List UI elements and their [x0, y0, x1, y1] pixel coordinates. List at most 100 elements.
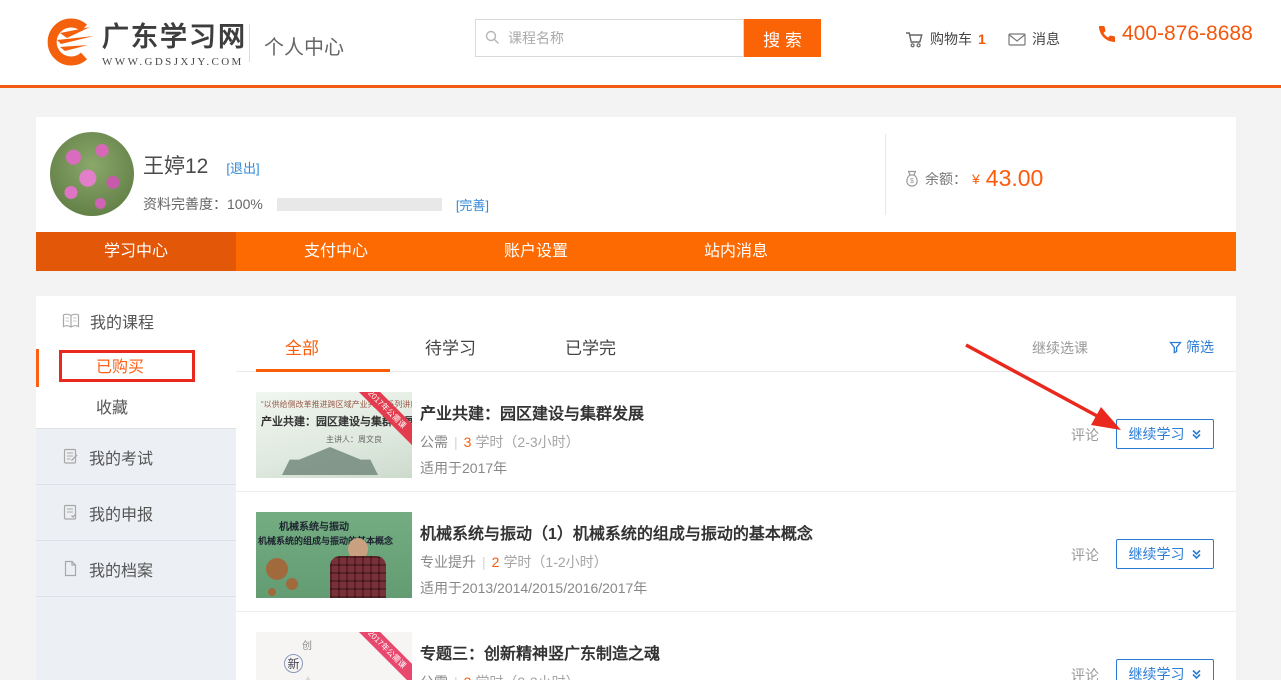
logo-icon [40, 17, 96, 67]
nav-tab-site-messages[interactable]: 站内消息 [636, 232, 836, 271]
funnel-icon [1169, 341, 1182, 354]
cart-label: 购物车 [930, 29, 972, 49]
envelope-icon [1008, 33, 1026, 46]
cart-count-badge: 1 [978, 31, 986, 47]
course-list: “以供给侧改革推进跨区域产业共建”系列讲座六 产业共建：园区建设与集群发展 主讲… [236, 372, 1236, 680]
cart-icon [905, 31, 924, 48]
service-phone: 400-876-8688 [1096, 22, 1253, 46]
nav-tab-payment-center[interactable]: 支付中心 [236, 232, 436, 271]
continue-select-link[interactable]: 继续选课 [1032, 338, 1088, 358]
continue-learning-button[interactable]: 继续学习 [1116, 419, 1214, 449]
logout-link[interactable]: [退出] [226, 158, 259, 177]
messages-label: 消息 [1032, 29, 1060, 49]
search-bar: 搜 索 [475, 19, 821, 57]
course-thumbnail[interactable]: 创 新 精 广东制造之魂 2017年公需课 [256, 632, 412, 680]
messages-link[interactable]: 消息 [1008, 29, 1060, 49]
tab-all[interactable]: 全部 [285, 334, 319, 359]
course-category: 公需 [420, 674, 448, 680]
continue-learning-button[interactable]: 继续学习 [1116, 539, 1214, 569]
course-row: 创 新 精 广东制造之魂 2017年公需课 专题三：创新精神竖广东制造之魂 公需… [236, 612, 1236, 680]
course-hours: 2 [492, 554, 500, 570]
course-meta: 专业提升|2学时（1-2小时） [420, 552, 608, 572]
balance-label: 余额： [925, 169, 967, 189]
book-icon [62, 313, 80, 329]
avatar[interactable] [50, 132, 134, 216]
logo-title: 广东学习网 [102, 15, 247, 54]
primary-nav: 学习中心 支付中心 账户设置 站内消息 [36, 232, 1236, 271]
course-category: 公需 [420, 434, 448, 450]
decorative-circle [268, 588, 276, 596]
cart-link[interactable]: 购物车 1 [905, 29, 986, 49]
nav-tab-account-settings[interactable]: 账户设置 [436, 232, 636, 271]
course-applicable-years: 适用于2013/2014/2015/2016/2017年 [420, 578, 647, 598]
balance-currency: ¥ [972, 171, 980, 187]
sidebar-item-label: 我的课程 [90, 309, 154, 333]
header-divider [249, 24, 250, 62]
list-check-icon [62, 504, 79, 521]
course-title[interactable]: 专题三：创新精神竖广东制造之魂 [420, 640, 660, 664]
course-applicable-years: 适用于2017年 [420, 458, 507, 478]
sidebar-item-my-archives[interactable]: 我的档案 [36, 540, 236, 596]
main-card: 我的课程 已购买 收藏 我的考试 我的申报 我的档案 [36, 296, 1236, 680]
tab-to-learn[interactable]: 待学习 [425, 334, 476, 359]
sidebar-item-label: 我的档案 [89, 557, 153, 581]
sidebar-item-my-exams[interactable]: 我的考试 [36, 428, 236, 484]
decorative-circle [266, 558, 288, 580]
course-thumbnail[interactable]: 机械系统与振动 机械系统的组成与振动的基本概念 [256, 512, 412, 598]
balance: $ 余额： ¥ 43.00 [904, 165, 1043, 192]
svg-text:$: $ [910, 178, 914, 185]
user-card-divider [885, 134, 886, 215]
file-icon [62, 560, 79, 577]
sidebar-item-my-courses[interactable]: 我的课程 [36, 296, 236, 346]
profile-progress-bar [277, 198, 442, 211]
presenter-figure [330, 556, 386, 598]
filter-link[interactable]: 筛选 [1169, 337, 1214, 357]
filter-label: 筛选 [1186, 337, 1214, 357]
course-hours: 3 [464, 674, 472, 680]
site-logo[interactable]: 广东学习网 WWW.GDSJXJY.COM [40, 15, 247, 68]
course-title[interactable]: 机械系统与振动（1）机械系统的组成与振动的基本概念 [420, 520, 813, 544]
balance-amount: 43.00 [986, 165, 1044, 192]
phone-number: 400-876-8688 [1122, 22, 1253, 46]
comment-link[interactable]: 评论 [1071, 425, 1099, 445]
course-hours: 3 [464, 434, 472, 450]
course-title[interactable]: 产业共建：园区建设与集群发展 [420, 400, 644, 424]
decorative-circle [286, 578, 298, 590]
sidebar-item-favorites[interactable]: 收藏 [36, 390, 236, 428]
improve-profile-link[interactable]: [完善] [456, 195, 489, 214]
comment-link[interactable]: 评论 [1071, 665, 1099, 680]
course-tabbar: 全部 待学习 已学完 继续选课 筛选 [236, 296, 1236, 372]
course-meta: 公需|3学时（2-3小时） [420, 432, 580, 452]
sidebar-item-label: 我的申报 [89, 501, 153, 525]
search-input[interactable] [476, 20, 743, 56]
sidebar-filler [36, 596, 236, 680]
content-panel: 全部 待学习 已学完 继续选课 筛选 “以供给侧改革推进跨区域产业共建”系列讲座… [236, 296, 1236, 680]
money-bag-icon: $ [904, 170, 920, 188]
double-chevron-down-icon [1191, 429, 1202, 440]
decorative-triangle [296, 676, 320, 680]
search-icon [485, 30, 500, 45]
course-thumbnail[interactable]: “以供给侧改革推进跨区域产业共建”系列讲座六 产业共建：园区建设与集群发展 主讲… [256, 392, 412, 478]
page-title: 个人中心 [264, 31, 344, 60]
user-card: 王婷12 [退出] 资料完善度：100% [完善] $ 余额： ¥ 43.00 [36, 117, 1236, 232]
building-graphic [282, 447, 378, 475]
sidebar: 我的课程 已购买 收藏 我的考试 我的申报 我的档案 [36, 296, 236, 680]
logo-subtitle: WWW.GDSJXJY.COM [102, 56, 247, 68]
tab-finished[interactable]: 已学完 [565, 334, 616, 359]
search-button[interactable]: 搜 索 [744, 19, 821, 57]
sidebar-item-purchased[interactable]: 已购买 [36, 346, 236, 390]
comment-link[interactable]: 评论 [1071, 545, 1099, 565]
profile-completeness-label: 资料完善度：100% [143, 194, 263, 214]
phone-icon [1096, 23, 1118, 45]
double-chevron-down-icon [1191, 669, 1202, 680]
course-category: 专业提升 [420, 554, 476, 570]
course-meta: 公需|3学时（2-3小时） [420, 672, 580, 680]
user-name: 王婷12 [143, 150, 208, 180]
sidebar-item-my-declarations[interactable]: 我的申报 [36, 484, 236, 540]
double-chevron-down-icon [1191, 549, 1202, 560]
nav-tab-learning-center[interactable]: 学习中心 [36, 232, 236, 271]
course-row: 机械系统与振动 机械系统的组成与振动的基本概念 机械系统与振动（1）机械系统的组… [236, 492, 1236, 612]
site-header: 广东学习网 WWW.GDSJXJY.COM 个人中心 搜 索 购物车 1 消息 [0, 0, 1281, 88]
course-row: “以供给侧改革推进跨区域产业共建”系列讲座六 产业共建：园区建设与集群发展 主讲… [236, 372, 1236, 492]
continue-learning-button[interactable]: 继续学习 [1116, 659, 1214, 680]
